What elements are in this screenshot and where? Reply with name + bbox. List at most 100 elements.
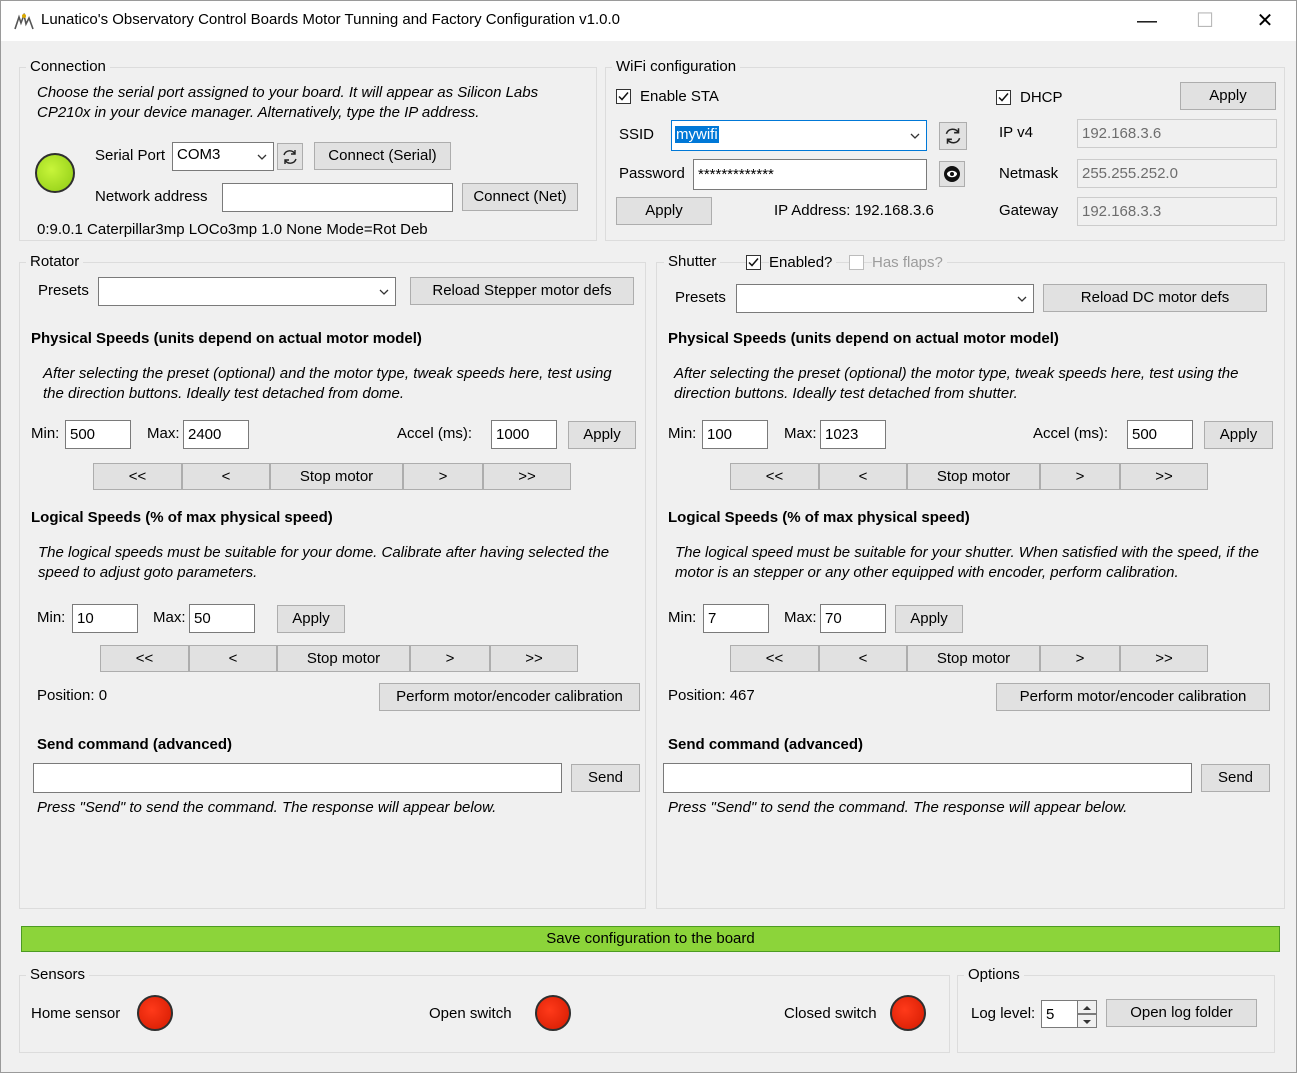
chevron-down-icon (910, 133, 920, 139)
rotator-phys-fast-left-button[interactable]: << (93, 463, 182, 490)
shutter-log-fast-left-button[interactable]: << (730, 645, 819, 672)
rotator-max-input[interactable] (183, 420, 249, 449)
closed-switch-label: Closed switch (784, 1005, 877, 1022)
rotator-physical-apply-button[interactable]: Apply (568, 421, 636, 449)
close-button[interactable]: ✕ (1251, 7, 1279, 35)
password-label: Password (619, 165, 685, 182)
log-level-input[interactable] (1041, 1000, 1078, 1028)
rotator-presets-label: Presets (38, 282, 89, 299)
ssid-label: SSID (619, 126, 655, 143)
shutter-logical-apply-button[interactable]: Apply (895, 605, 963, 633)
shutter-min-input[interactable] (702, 420, 768, 449)
shutter-enabled-label: Enabled? (769, 254, 837, 271)
log-level-down-button[interactable] (1077, 1014, 1097, 1028)
enable-sta-checkbox[interactable] (616, 89, 631, 104)
password-input[interactable] (693, 159, 927, 190)
gateway-input[interactable] (1077, 197, 1277, 226)
has-flaps-checkbox[interactable] (849, 255, 864, 270)
serial-port-label: Serial Port (95, 147, 166, 164)
rotator-phys-stop-button[interactable]: Stop motor (270, 463, 403, 490)
netmask-input[interactable] (1077, 159, 1277, 188)
shutter-phys-fast-left-button[interactable]: << (730, 463, 819, 490)
has-flaps-label: Has flaps? (872, 254, 947, 271)
rotator-min-label: Min: (31, 425, 60, 442)
ssid-value: mywifi (675, 126, 719, 143)
connection-hint: Choose the serial port assigned to your … (37, 84, 539, 121)
shutter-log-right-button[interactable]: > (1040, 645, 1120, 672)
shutter-physical-title: Physical Speeds (units depend on actual … (668, 330, 1059, 347)
shutter-command-input[interactable] (663, 763, 1192, 793)
shutter-log-left-button[interactable]: < (819, 645, 907, 672)
rotator-physical-title: Physical Speeds (units depend on actual … (31, 330, 422, 347)
rotator-logical-apply-button[interactable]: Apply (277, 605, 345, 633)
sensors-group-label: Sensors (26, 966, 90, 983)
shutter-logical-hint: The logical speed must be suitable for y… (675, 544, 1259, 581)
rotator-log-right-button[interactable]: > (410, 645, 490, 672)
log-level-up-button[interactable] (1077, 1000, 1097, 1014)
eye-icon (944, 166, 960, 182)
rotator-logical-hint: The logical speeds must be suitable for … (38, 544, 610, 581)
shutter-max-input[interactable] (820, 420, 886, 449)
rotator-log-fast-left-button[interactable]: << (100, 645, 189, 672)
rotator-log-left-button[interactable]: < (189, 645, 277, 672)
rotator-command-input[interactable] (33, 763, 562, 793)
shutter-log-stop-button[interactable]: Stop motor (907, 645, 1040, 672)
rotator-send-button[interactable]: Send (571, 764, 640, 792)
checkmark-icon (998, 93, 1009, 102)
rotator-calibrate-button[interactable]: Perform motor/encoder calibration (379, 683, 640, 711)
enable-sta-label: Enable STA (640, 88, 719, 105)
ipv4-input[interactable] (1077, 119, 1277, 148)
refresh-ssid-button[interactable] (939, 122, 967, 150)
connect-net-button[interactable]: Connect (Net) (462, 183, 578, 211)
shutter-calibrate-button[interactable]: Perform motor/encoder calibration (996, 683, 1270, 711)
show-password-button[interactable] (939, 161, 965, 187)
network-address-input[interactable] (222, 183, 453, 212)
shutter-logical-min-input[interactable] (703, 604, 769, 633)
rotator-phys-right-button[interactable]: > (403, 463, 483, 490)
reload-dc-defs-button[interactable]: Reload DC motor defs (1043, 284, 1267, 312)
checkmark-icon (618, 92, 629, 101)
shutter-phys-right-button[interactable]: > (1040, 463, 1120, 490)
shutter-phys-left-button[interactable]: < (819, 463, 907, 490)
connection-group-label: Connection (26, 58, 110, 75)
closed-switch-led (890, 995, 926, 1031)
shutter-presets-label: Presets (675, 289, 726, 306)
rotator-min-input[interactable] (65, 420, 131, 449)
shutter-presets-select[interactable] (736, 284, 1034, 313)
rotator-accel-input[interactable] (491, 420, 557, 449)
wifi-apply-button[interactable]: Apply (616, 197, 712, 225)
dhcp-label: DHCP (1020, 89, 1063, 106)
shutter-log-fast-right-button[interactable]: >> (1120, 645, 1208, 672)
shutter-phys-stop-button[interactable]: Stop motor (907, 463, 1040, 490)
shutter-send-button[interactable]: Send (1201, 764, 1270, 792)
network-apply-button[interactable]: Apply (1180, 82, 1276, 110)
rotator-position-text: Position: 0 (37, 687, 108, 704)
save-configuration-button[interactable]: Save configuration to the board (21, 926, 1280, 952)
connect-serial-button[interactable]: Connect (Serial) (314, 142, 451, 170)
shutter-physical-apply-button[interactable]: Apply (1204, 421, 1273, 449)
refresh-ports-button[interactable] (277, 143, 303, 170)
rotator-logical-max-input[interactable] (189, 604, 255, 633)
rotator-logical-min-input[interactable] (72, 604, 138, 633)
minimize-button[interactable]: — (1133, 7, 1161, 35)
rotator-log-fast-right-button[interactable]: >> (490, 645, 578, 672)
open-switch-led (535, 995, 571, 1031)
reload-stepper-defs-button[interactable]: Reload Stepper motor defs (410, 277, 634, 305)
maximize-button[interactable]: ☐ (1191, 7, 1219, 35)
shutter-phys-fast-right-button[interactable]: >> (1120, 463, 1208, 490)
shutter-position-text: Position: 467 (668, 687, 755, 704)
dhcp-checkbox[interactable] (996, 90, 1011, 105)
wifi-group-label: WiFi configuration (612, 58, 741, 75)
app-logo-icon (14, 13, 34, 30)
open-log-folder-button[interactable]: Open log folder (1106, 999, 1257, 1027)
shutter-enabled-checkbox[interactable] (746, 255, 761, 270)
serial-port-select[interactable]: COM3 (172, 142, 274, 171)
rotator-log-stop-button[interactable]: Stop motor (277, 645, 410, 672)
rotator-presets-select[interactable] (98, 277, 396, 306)
shutter-accel-input[interactable] (1127, 420, 1193, 449)
rotator-phys-fast-right-button[interactable]: >> (483, 463, 571, 490)
shutter-send-hint: Press "Send" to send the command. The re… (668, 799, 1128, 816)
ssid-combo[interactable]: mywifi (671, 120, 927, 151)
shutter-logical-max-input[interactable] (820, 604, 886, 633)
rotator-phys-left-button[interactable]: < (182, 463, 270, 490)
